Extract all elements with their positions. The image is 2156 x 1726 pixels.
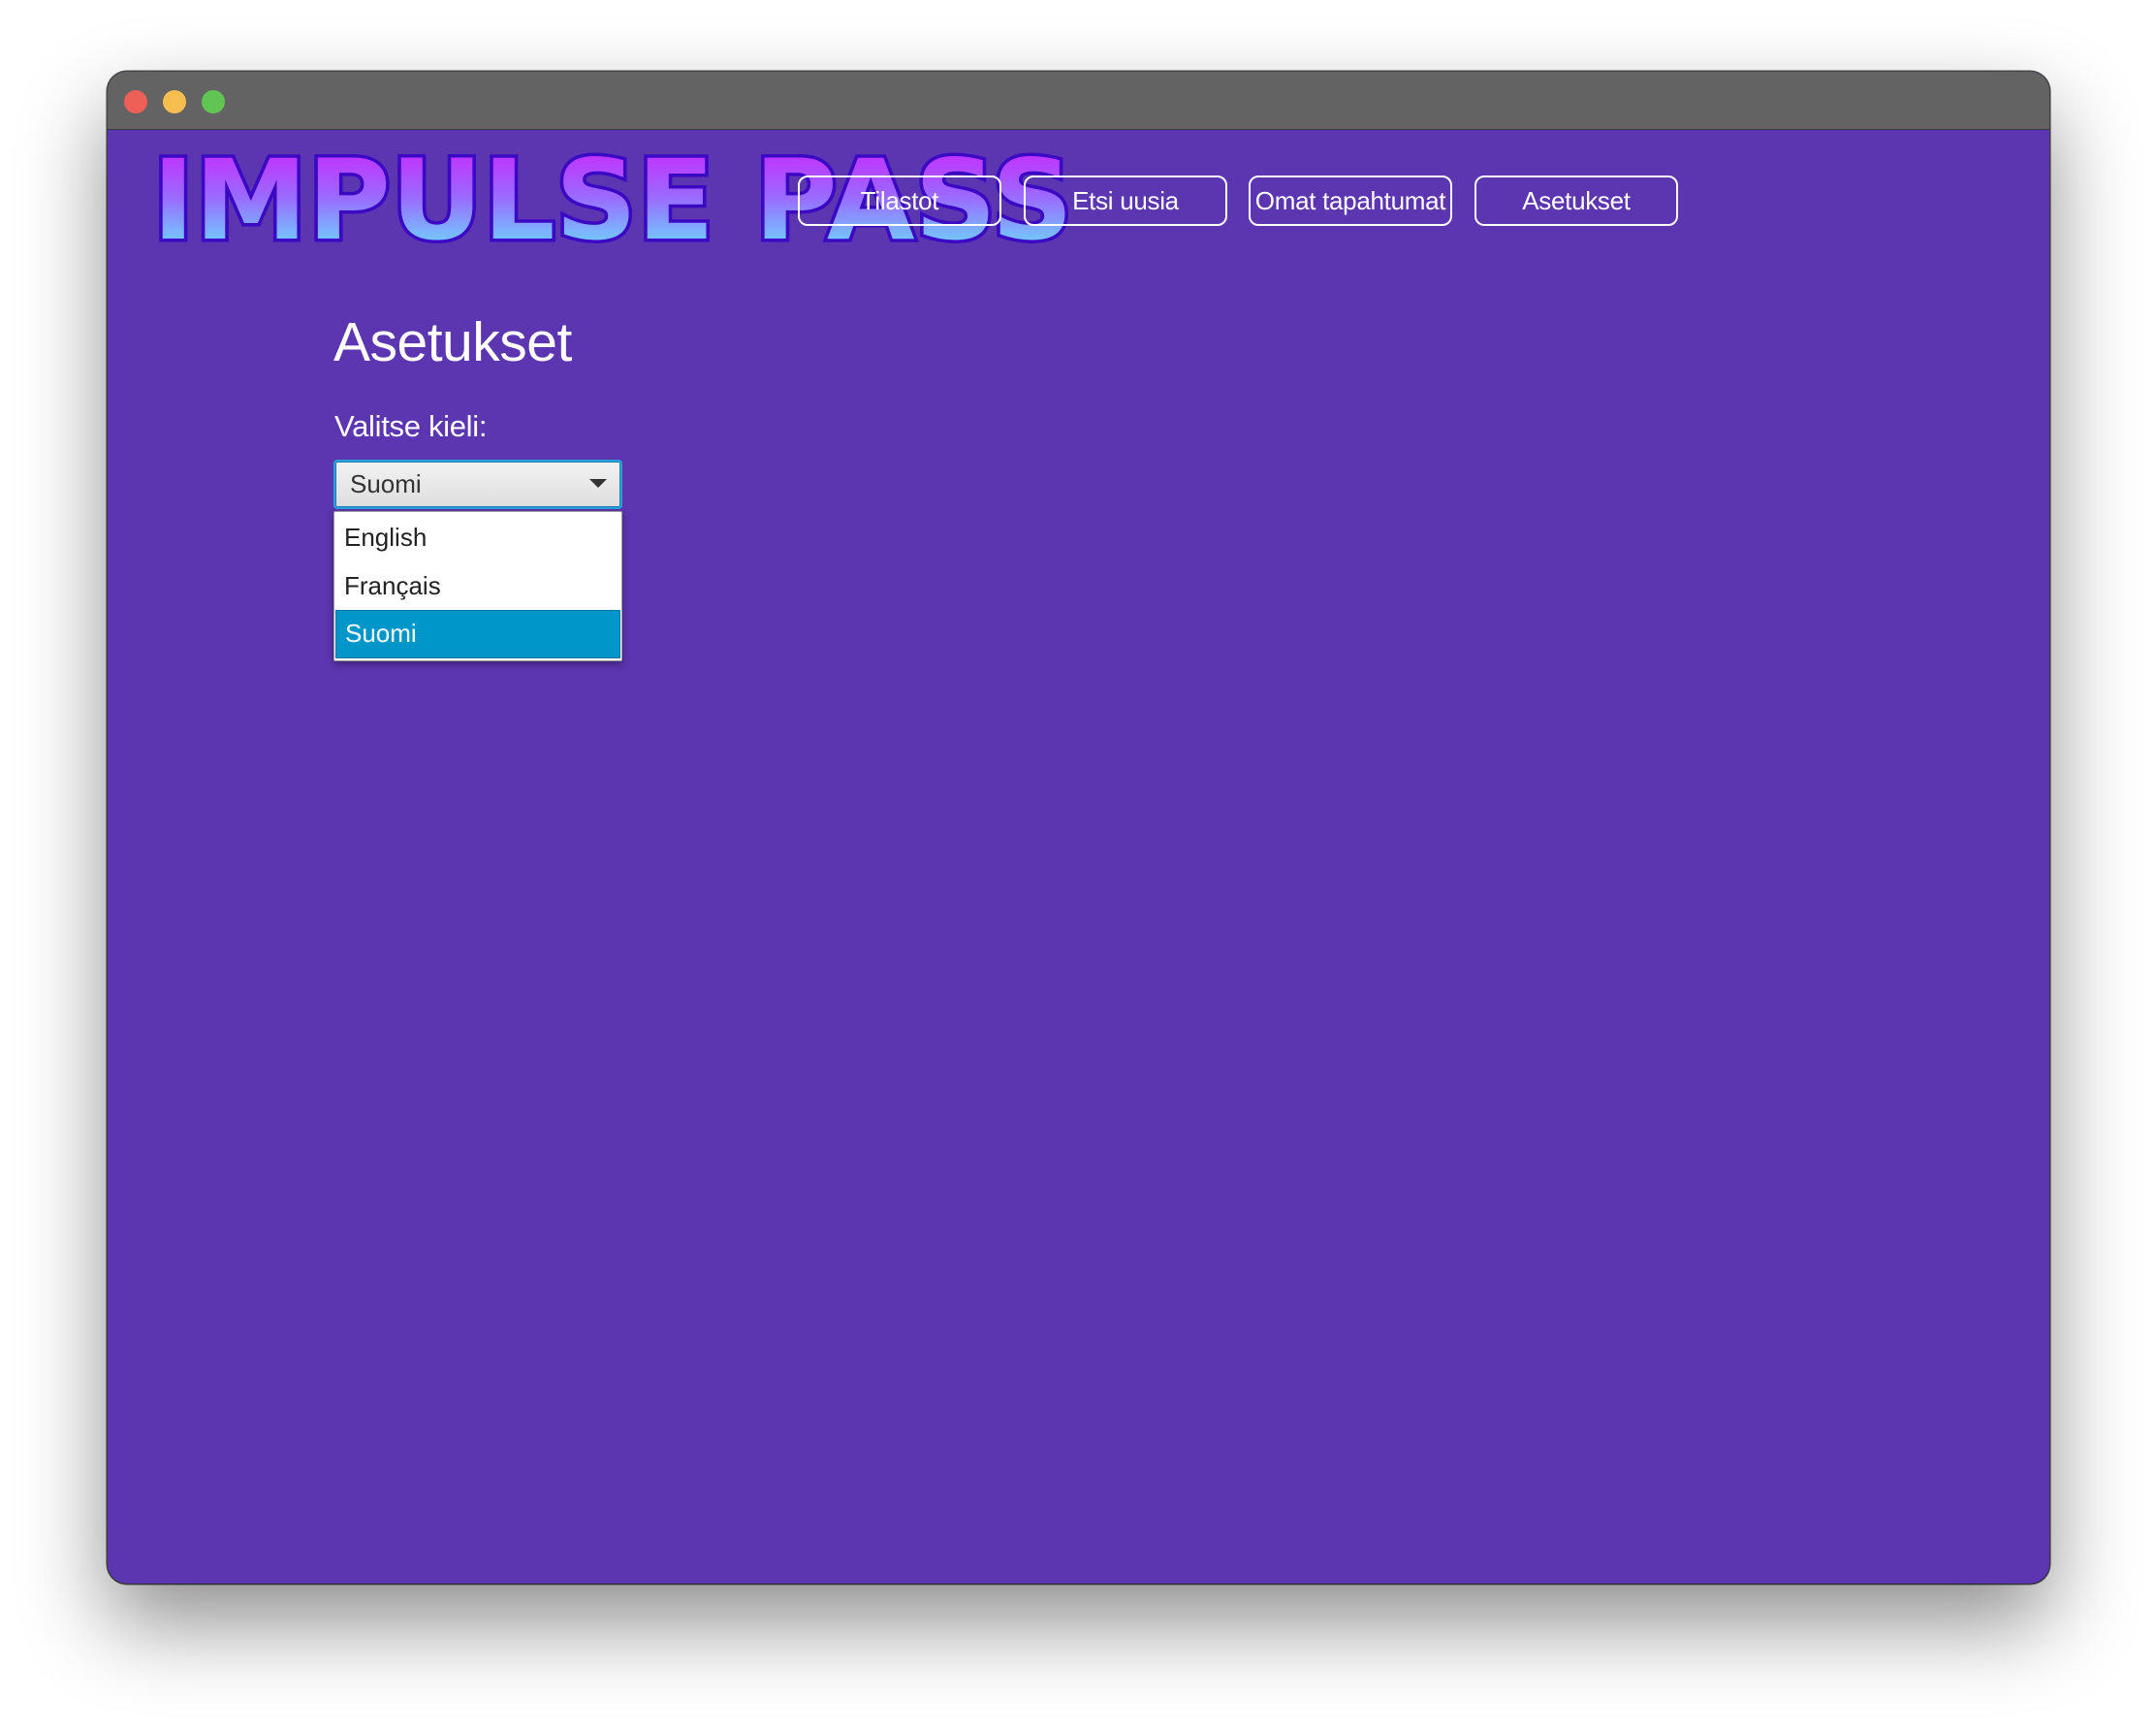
minimize-window-button[interactable] [163,90,186,113]
language-option-suomi[interactable]: Suomi [335,610,620,658]
nav-asetukset-button[interactable]: Asetukset [1474,176,1678,226]
language-option-english[interactable]: English [334,513,621,561]
nav-tilastot-button[interactable]: Tilastot [798,176,1001,226]
page-title: Asetukset [333,311,572,373]
language-label: Valitse kieli: [334,409,488,443]
title-bar [108,72,2049,130]
nav-etsi-uusia-button[interactable]: Etsi uusia [1024,176,1227,226]
language-dropdown-list: English Français Suomi [333,511,622,661]
chevron-down-icon [589,479,607,488]
language-select[interactable]: Suomi [333,460,622,509]
zoom-window-button[interactable] [202,90,225,113]
nav-omat-tapahtumat-button[interactable]: Omat tapahtumat [1249,176,1452,226]
language-select-value: Suomi [350,469,422,498]
language-option-francais[interactable]: Français [334,561,621,610]
app-window: IMPULSE PASS Tilastot Etsi uusia Omat ta… [108,72,2049,1583]
close-window-button[interactable] [124,90,147,113]
